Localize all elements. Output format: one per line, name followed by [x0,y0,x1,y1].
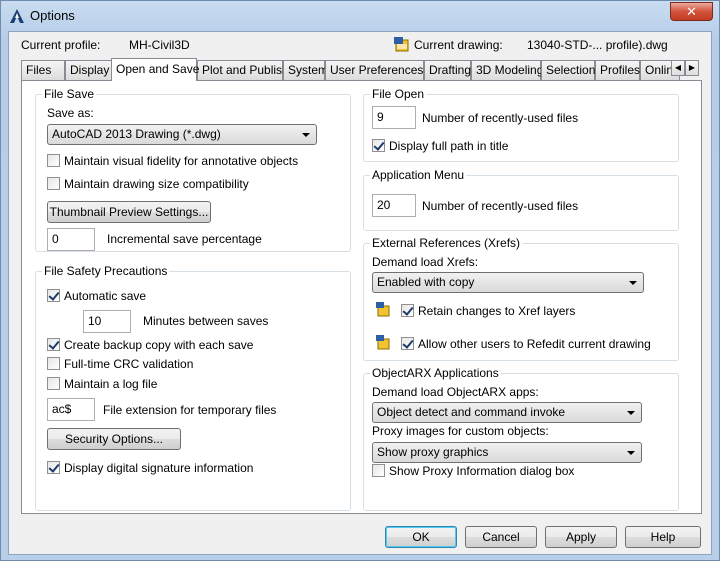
chevron-down-icon [627,451,635,455]
file-save-group: File Save Save as: AutoCAD 2013 Drawing … [35,87,351,252]
autocad-app-icon [10,9,24,23]
help-button[interactable]: Help [625,526,701,548]
minutes-between-saves-input[interactable]: 10 [83,310,131,333]
recent-files-label: Number of recently-used files [422,111,579,125]
app-menu-recent-input[interactable]: 20 [372,194,416,217]
retain-xref-layers-checkbox[interactable] [401,304,414,317]
objectarx-group: ObjectARX Applications Demand load Objec… [363,366,679,511]
file-safety-title: File Safety Precautions [42,264,170,278]
tab-profiles[interactable]: Profiles [595,60,640,80]
close-icon: ✕ [686,4,697,19]
retain-xref-layers-label: Retain changes to Xref layers [418,304,576,318]
proxy-dialog-label: Show Proxy Information dialog box [389,464,575,478]
log-file-checkbox[interactable] [47,377,60,390]
tab-display[interactable]: Display [65,60,113,80]
current-profile-label: Current profile: [21,38,101,52]
drawing-size-checkbox[interactable] [47,177,60,190]
log-file-label: Maintain a log file [64,377,158,391]
current-drawing-value: 13040-STD-... profile).dwg [527,38,668,52]
automatic-save-label: Automatic save [64,289,147,303]
title-bar[interactable]: Options ✕ [1,1,719,31]
apply-button[interactable]: Apply [545,526,617,548]
xref-layers-icon [376,302,390,317]
cancel-button[interactable]: Cancel [465,526,537,548]
current-drawing-label: Current drawing: [414,38,503,52]
temp-file-extension-input[interactable]: ac$ [47,398,95,421]
visual-fidelity-label: Maintain visual fidelity for annotative … [64,154,299,168]
file-open-title: File Open [370,87,427,101]
application-menu-group: Application Menu 20 Number of recently-u… [363,168,679,231]
demand-load-xrefs-dropdown[interactable]: Enabled with copy [372,272,644,293]
close-button[interactable]: ✕ [670,2,713,21]
tab-3d-modeling[interactable]: 3D Modeling [471,60,543,80]
minutes-between-saves-label: Minutes between saves [143,314,269,328]
xrefs-group: External References (Xrefs) Demand load … [363,236,679,361]
full-path-checkbox[interactable] [372,139,385,152]
tab-scroll-left-icon[interactable]: ◀ [671,60,685,76]
security-options-button[interactable]: Security Options... [47,428,181,450]
refedit-icon [376,335,390,350]
proxy-dialog-checkbox[interactable] [372,464,385,477]
open-and-save-panel: File Save Save as: AutoCAD 2013 Drawing … [21,80,702,514]
save-as-dropdown[interactable]: AutoCAD 2013 Drawing (*.dwg) [47,124,317,145]
digital-signature-checkbox[interactable] [47,461,60,474]
allow-refedit-checkbox[interactable] [401,337,414,350]
tab-files[interactable]: Files [21,60,65,80]
recent-files-input[interactable]: 9 [372,106,416,129]
file-open-group: File Open 9 Number of recently-used file… [363,87,679,162]
digital-signature-label: Display digital signature information [64,461,254,475]
crc-validation-label: Full-time CRC validation [64,357,194,371]
tab-selection[interactable]: Selection [541,60,595,80]
temp-file-extension-label: File extension for temporary files [103,403,277,417]
backup-copy-label: Create backup copy with each save [64,338,254,352]
app-menu-recent-label: Number of recently-used files [422,199,579,213]
drawing-icon [394,37,409,52]
proxy-images-label: Proxy images for custom objects: [372,424,549,438]
tab-system[interactable]: System [283,60,328,80]
save-as-label: Save as: [47,106,94,120]
current-profile-value: MH-Civil3D [129,38,190,52]
demand-load-arx-dropdown[interactable]: Object detect and command invoke [372,402,642,423]
crc-validation-checkbox[interactable] [47,357,60,370]
tab-user-preferences[interactable]: User Preferences [325,60,424,80]
dialog-client-area: Current profile: MH-Civil3D Current draw… [8,31,712,555]
window-title: Options [30,8,75,23]
tab-strip: Files Display Open and Save Plot and Pub… [21,58,701,81]
visual-fidelity-checkbox[interactable] [47,154,60,167]
objectarx-title: ObjectARX Applications [370,366,501,380]
tab-plot-and-publish[interactable]: Plot and Publish [197,60,289,80]
demand-load-xrefs-label: Demand load Xrefs: [372,255,479,269]
incremental-save-label: Incremental save percentage [107,232,262,246]
full-path-label: Display full path in title [389,139,509,153]
tab-scroll-right-icon[interactable]: ▶ [685,60,699,76]
file-safety-group: File Safety Precautions Automatic save 1… [35,264,351,511]
options-dialog: Options ✕ Current profile: MH-Civil3D Cu… [0,0,720,561]
chevron-down-icon [302,133,310,137]
drawing-size-label: Maintain drawing size compatibility [64,177,249,191]
chevron-down-icon [629,281,637,285]
file-save-title: File Save [42,87,97,101]
thumbnail-preview-settings-button[interactable]: Thumbnail Preview Settings... [47,201,211,223]
xrefs-title: External References (Xrefs) [370,236,523,250]
chevron-down-icon [627,411,635,415]
tab-open-and-save[interactable]: Open and Save [111,58,199,81]
automatic-save-checkbox[interactable] [47,289,60,302]
application-menu-title: Application Menu [370,168,467,182]
backup-copy-checkbox[interactable] [47,338,60,351]
tab-drafting[interactable]: Drafting [424,60,471,80]
incremental-save-input[interactable]: 0 [47,228,95,251]
demand-load-arx-label: Demand load ObjectARX apps: [372,385,539,399]
ok-button[interactable]: OK [385,526,457,548]
proxy-images-dropdown[interactable]: Show proxy graphics [372,442,642,463]
allow-refedit-label: Allow other users to Refedit current dra… [418,337,651,351]
